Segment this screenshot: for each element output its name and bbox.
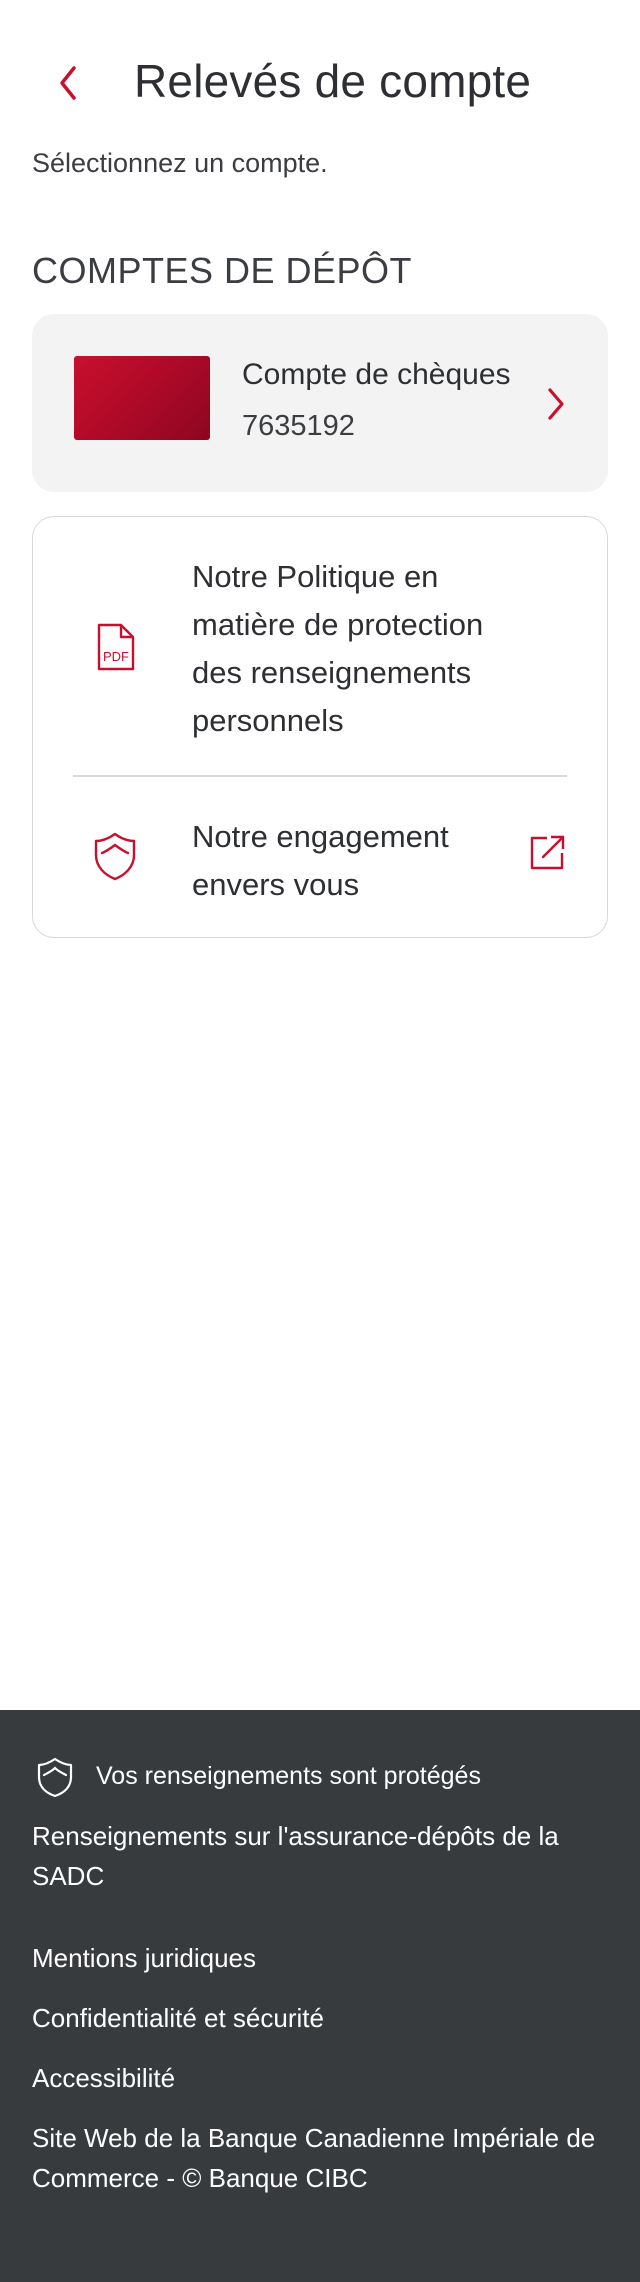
external-link-icon <box>530 835 565 870</box>
pdf-icon: PDF <box>97 623 135 671</box>
account-card-image <box>74 356 210 440</box>
links-card: PDF Notre Politique en matière de protec… <box>32 516 608 938</box>
account-name: Compte de chèques <box>242 358 511 391</box>
commitment-link[interactable]: Notre engagement envers vous <box>33 777 607 937</box>
privacy-policy-label: Notre Politique en matière de protection… <box>192 559 484 738</box>
footer-link-cdic[interactable]: Renseignements sur l'assurance-dépôts de… <box>32 1816 612 1896</box>
footer-link-cibc-site[interactable]: Site Web de la Banque Canadienne Impéria… <box>32 2118 622 2198</box>
page-title: Relevés de compte <box>134 55 532 107</box>
page-subtitle: Sélectionnez un compte. <box>32 148 328 178</box>
account-number: 7635192 <box>242 410 355 442</box>
footer: Vos renseignements sont protégés Renseig… <box>0 1710 640 2282</box>
chevron-right-icon <box>548 388 564 420</box>
svg-text:PDF: PDF <box>103 649 129 664</box>
shield-icon <box>37 1757 73 1798</box>
footer-secure-text: Vos renseignements sont protégés <box>96 1762 481 1790</box>
chevron-left-icon <box>60 66 76 100</box>
account-card-checking[interactable]: Compte de chèques 7635192 <box>32 314 608 492</box>
shield-icon <box>94 832 136 881</box>
footer-link-accessibility[interactable]: Accessibilité <box>32 2058 612 2098</box>
section-heading: COMPTES DE DÉPÔT <box>32 250 413 291</box>
page: Relevés de compte Sélectionnez un compte… <box>0 0 640 1710</box>
header: Relevés de compte <box>0 40 640 120</box>
commitment-label: Notre engagement envers vous <box>192 819 449 902</box>
footer-link-privacy-security[interactable]: Confidentialité et sécurité <box>32 1998 612 2038</box>
back-button[interactable] <box>46 58 96 108</box>
privacy-policy-link[interactable]: PDF Notre Politique en matière de protec… <box>33 517 607 775</box>
footer-link-legal[interactable]: Mentions juridiques <box>32 1938 612 1978</box>
